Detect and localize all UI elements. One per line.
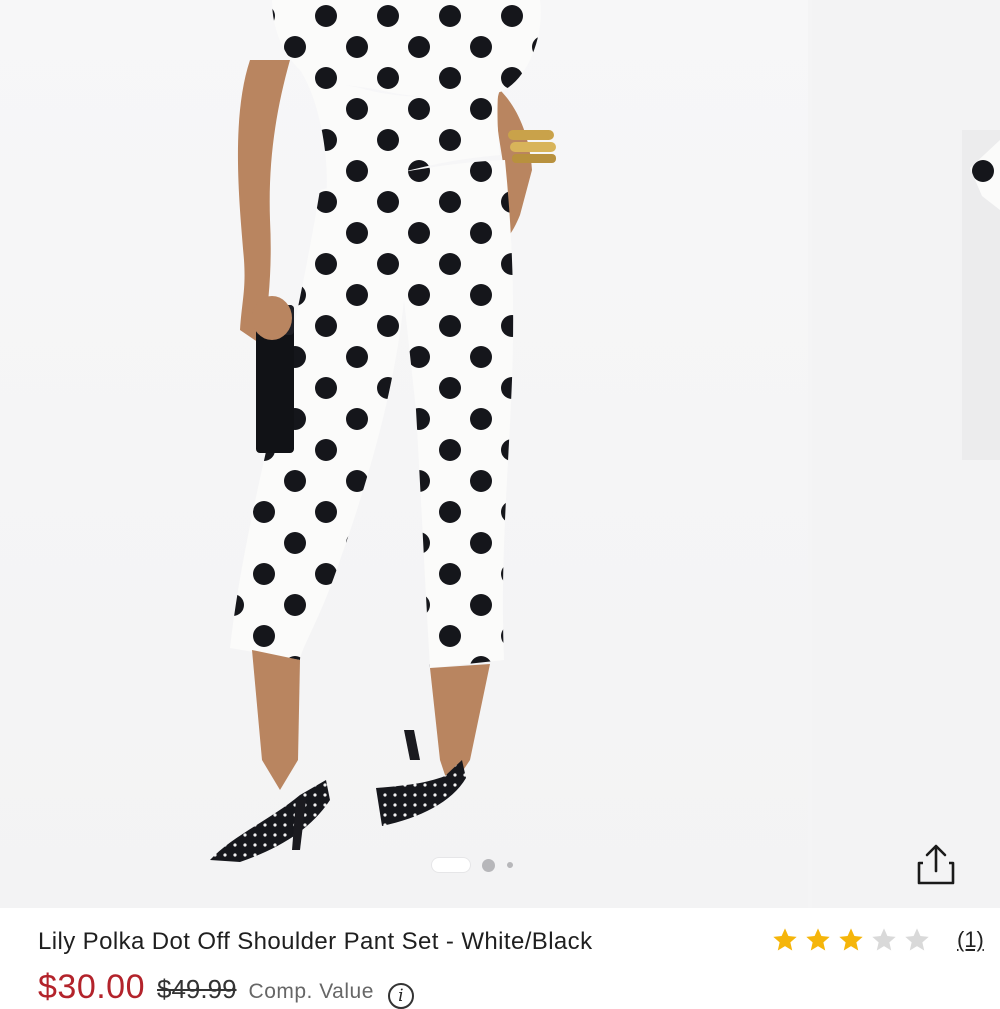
review-count-link[interactable]: (1) [957,927,984,953]
star-icon [773,928,797,951]
info-icon[interactable]: i [387,983,414,1009]
star-icon [839,928,863,951]
pagination-dot[interactable] [507,862,513,868]
pagination-dot-active[interactable] [432,858,470,872]
share-button[interactable] [908,836,964,892]
model-photo [210,0,556,862]
original-price: $49.99 [157,974,237,1004]
share-icon [917,844,955,885]
product-image-gallery[interactable] [0,0,1000,908]
comp-value-label: Comp. Value [248,980,374,1003]
product-rating[interactable]: (1) [770,926,984,954]
product-main-image[interactable] [0,0,808,908]
next-photo-preview [962,130,1000,460]
product-next-image-peek[interactable] [812,0,1000,908]
product-title: Lily Polka Dot Off Shoulder Pant Set - W… [38,928,593,955]
star-empty-icon [905,928,929,951]
star-icon [806,928,830,951]
gallery-pagination [432,855,513,875]
sale-price: $30.00 [38,968,145,1006]
star-empty-icon [872,928,896,951]
pagination-dot[interactable] [482,858,495,872]
price-row: $30.00 $49.99 Comp. Value i [38,968,414,1009]
